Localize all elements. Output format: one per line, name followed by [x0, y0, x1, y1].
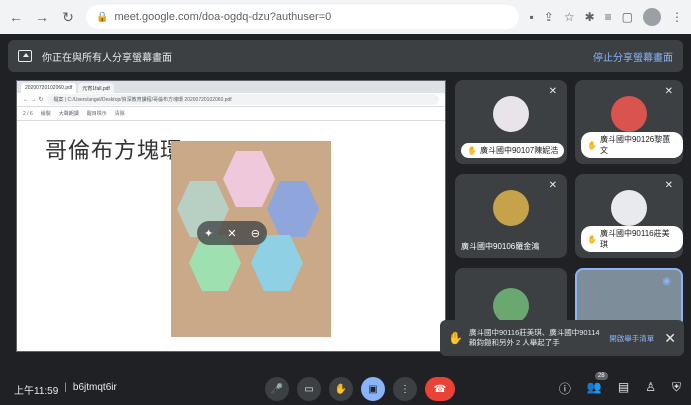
- shared-tab: 元宵1fall.pdf: [78, 83, 114, 93]
- stop-sharing-button[interactable]: 停止分享螢幕畫面: [593, 49, 673, 64]
- self-tile[interactable]: ◉: [575, 268, 683, 328]
- avatar: [611, 96, 647, 132]
- pdf-tool: 醒目標示: [86, 111, 107, 117]
- pdf-tool: 清除: [114, 111, 125, 117]
- call-controls: 🎤 ▭ ✋ ▣ ⋮ ☎: [265, 377, 455, 401]
- pdf-page: 哥倫布方塊環 ✦ ✕ ⊖: [17, 121, 445, 351]
- meeting-details-icon[interactable]: ⓘ: [559, 380, 571, 397]
- shared-tab: 20200720102060.pdf: [21, 83, 77, 93]
- open-raised-hands-button[interactable]: 開啟舉手清單: [609, 333, 654, 344]
- raised-hand-icon: ✋: [467, 146, 477, 155]
- mute-icon[interactable]: ✕: [227, 227, 236, 240]
- people-icon[interactable]: 👥 28: [587, 372, 608, 397]
- raised-hand-icon: ✋: [587, 140, 597, 150]
- share-icon[interactable]: ⇪: [544, 10, 554, 24]
- forward-icon[interactable]: →: [34, 9, 50, 25]
- raised-hand-icon: ✋: [587, 234, 597, 244]
- hover-controls: ✦ ✕ ⊖: [197, 221, 267, 245]
- end-call-icon[interactable]: ☎: [425, 377, 455, 401]
- shared-address-bar: ← → ↻ 檔案 | C:/Users/angel/Desktop/資深教育課程…: [17, 93, 445, 107]
- pdf-toolbar: 2 / 6 繪製 大聲朗讀 醒目標示 清除: [17, 107, 445, 121]
- camera-icon[interactable]: ▭: [297, 377, 321, 401]
- shared-url: 檔案 | C:/Users/angel/Desktop/資深教育課程/哥倫布方塊…: [47, 94, 439, 105]
- sharing-banner-text: 你正在與所有人分享螢幕畫面: [42, 52, 172, 64]
- participant-tile[interactable]: ✕ 廣斗國中90106羅金鴻: [455, 174, 567, 258]
- pdf-page-indicator: 2 / 6: [23, 110, 33, 117]
- reading-list-icon[interactable]: ≡: [605, 10, 612, 24]
- address-bar[interactable]: 🔒 meet.google.com/doa-ogdq-dzu?authuser=…: [86, 5, 520, 29]
- address-url: meet.google.com/doa-ogdq-dzu?authuser=0: [114, 11, 332, 23]
- lock-icon: 🔒: [96, 11, 109, 23]
- meeting-info: 上午11:59 | b6jtmqt6ir: [14, 382, 117, 397]
- present-now-icon[interactable]: ▣: [361, 377, 385, 401]
- participant-tile[interactable]: [455, 268, 567, 328]
- participant-name: ✋ 廣斗國中90116莊美琪: [581, 226, 683, 252]
- meeting-controls-bar: 上午11:59 | b6jtmqt6ir 🎤 ▭ ✋ ▣ ⋮ ☎ ⓘ 👥 28 ▤…: [0, 372, 691, 405]
- participant-name: 廣斗國中90106羅金鴻: [461, 242, 540, 251]
- microphone-icon[interactable]: 🎤: [265, 377, 289, 401]
- raise-hand-icon[interactable]: ✋: [329, 377, 353, 401]
- remove-icon[interactable]: ⊖: [251, 227, 260, 240]
- avatar: [493, 96, 529, 132]
- pdf-title: 哥倫布方塊環: [45, 139, 184, 164]
- raised-hand-icon: ✋: [448, 331, 463, 345]
- side-controls: ⓘ 👥 28 ▤ ♙ ⛨: [559, 372, 681, 397]
- present-screen-icon: [18, 50, 32, 62]
- pdf-tool: 大聲朗讀: [58, 111, 79, 117]
- meet-window: 你正在與所有人分享螢幕畫面 停止分享螢幕畫面 20200720102060.pd…: [0, 34, 691, 405]
- menu-icon[interactable]: ⋮: [671, 10, 683, 24]
- participant-tile[interactable]: ✕ ✋ 廣斗國中90107陳妮浩: [455, 80, 567, 164]
- mic-off-icon: ✕: [664, 86, 673, 97]
- camera-icon[interactable]: ▪: [529, 10, 533, 24]
- pin-icon[interactable]: ✦: [204, 227, 213, 240]
- back-icon[interactable]: ←: [8, 9, 24, 25]
- speaking-icon: ◉: [662, 276, 671, 287]
- sharing-banner: 你正在與所有人分享螢幕畫面 停止分享螢幕畫面: [8, 40, 683, 72]
- close-icon[interactable]: ✕: [664, 330, 676, 347]
- browser-extensions: ▪ ⇪ ☆ ✱ ≡ ▢ ⋮: [529, 8, 683, 26]
- avatar: [493, 190, 529, 226]
- mic-off-icon: ✕: [548, 86, 557, 97]
- notification-message: 廣斗國中90116莊美琪、廣斗國中90114賴鈞鎧和另外 2 人舉起了手: [468, 328, 600, 347]
- profile-avatar[interactable]: [643, 8, 661, 26]
- extension-icon[interactable]: ✱: [585, 10, 595, 24]
- participant-tile[interactable]: ✕ ✋ 廣斗國中90116莊美琪: [575, 174, 683, 258]
- bookmark-star-icon[interactable]: ☆: [564, 10, 575, 24]
- meeting-time: 上午11:59: [14, 386, 59, 397]
- avatar: [611, 190, 647, 226]
- activities-icon[interactable]: ♙: [645, 380, 656, 397]
- mic-off-icon: ✕: [664, 180, 673, 191]
- meeting-code: b6jtmqt6ir: [72, 382, 117, 393]
- participant-tile[interactable]: ✕ ✋ 廣斗國中90126黎蕙文: [575, 80, 683, 164]
- reload-icon[interactable]: ↻: [60, 9, 76, 25]
- shared-screen: 20200720102060.pdf 元宵1fall.pdf ← → ↻ 檔案 …: [16, 80, 446, 352]
- participants-count: 28: [594, 372, 608, 380]
- host-controls-icon[interactable]: ⛨: [672, 380, 681, 397]
- more-options-icon[interactable]: ⋮: [393, 377, 417, 401]
- browser-toolbar: ← → ↻ 🔒 meet.google.com/doa-ogdq-dzu?aut…: [0, 0, 691, 34]
- mic-off-icon: ✕: [548, 180, 557, 191]
- window-icon[interactable]: ▢: [622, 10, 633, 24]
- pdf-tool: 繪製: [40, 111, 51, 117]
- avatar: [493, 288, 529, 324]
- participant-name: ✋ 廣斗國中90107陳妮浩: [461, 143, 565, 158]
- participant-name: ✋ 廣斗國中90126黎蕙文: [581, 132, 683, 158]
- chat-icon[interactable]: ▤: [618, 380, 629, 397]
- shared-browser-tabs: 20200720102060.pdf 元宵1fall.pdf: [17, 81, 445, 93]
- raised-hands-notification: ✋ 廣斗國中90116莊美琪、廣斗國中90114賴鈞鎧和另外 2 人舉起了手 開…: [440, 320, 684, 356]
